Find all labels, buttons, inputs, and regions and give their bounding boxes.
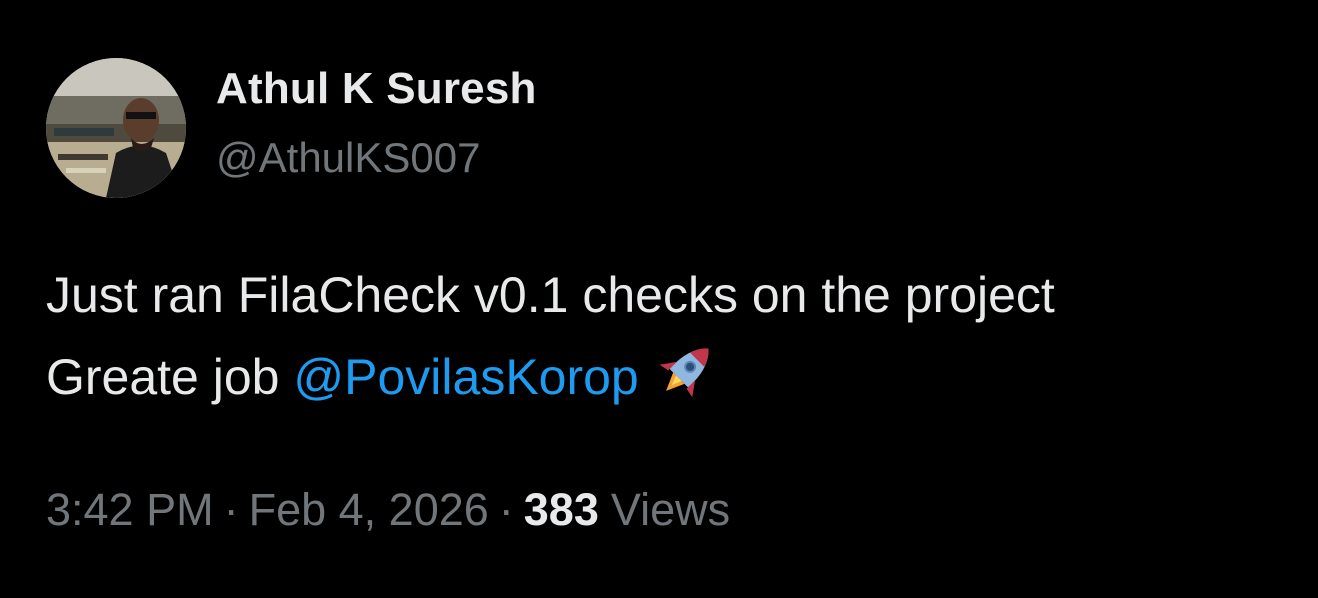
views-count: 383: [523, 484, 599, 535]
meta-separator: ·: [223, 484, 239, 535]
tweet-text: Just ran FilaCheck v0.1 checks on the pr…: [46, 256, 1055, 416]
tweet-meta: 3:42 PM · Feb 4, 2026 · 383 Views: [46, 484, 730, 536]
tweet-text-line-1: Just ran FilaCheck v0.1 checks on the pr…: [46, 267, 1055, 323]
tweet-card: Athul K Suresh @AthulKS007 Just ran Fila…: [0, 0, 1318, 598]
tweet-text-line-2: Greate job @PovilasKorop: [46, 334, 1055, 416]
rocket-icon: [653, 334, 723, 404]
tweet-text-line-2-prefix: Greate job: [46, 349, 294, 405]
author-display-name[interactable]: Athul K Suresh: [216, 64, 537, 114]
views-label: Views: [610, 484, 731, 535]
author-handle[interactable]: @AthulKS007: [216, 134, 480, 182]
tweet-date[interactable]: Feb 4, 2026: [249, 484, 489, 535]
avatar[interactable]: [46, 58, 186, 198]
tweet-time[interactable]: 3:42 PM: [46, 484, 214, 535]
avatar-photo: [46, 58, 186, 198]
mention-link[interactable]: @PovilasKorop: [293, 349, 638, 405]
meta-separator: ·: [498, 484, 514, 535]
